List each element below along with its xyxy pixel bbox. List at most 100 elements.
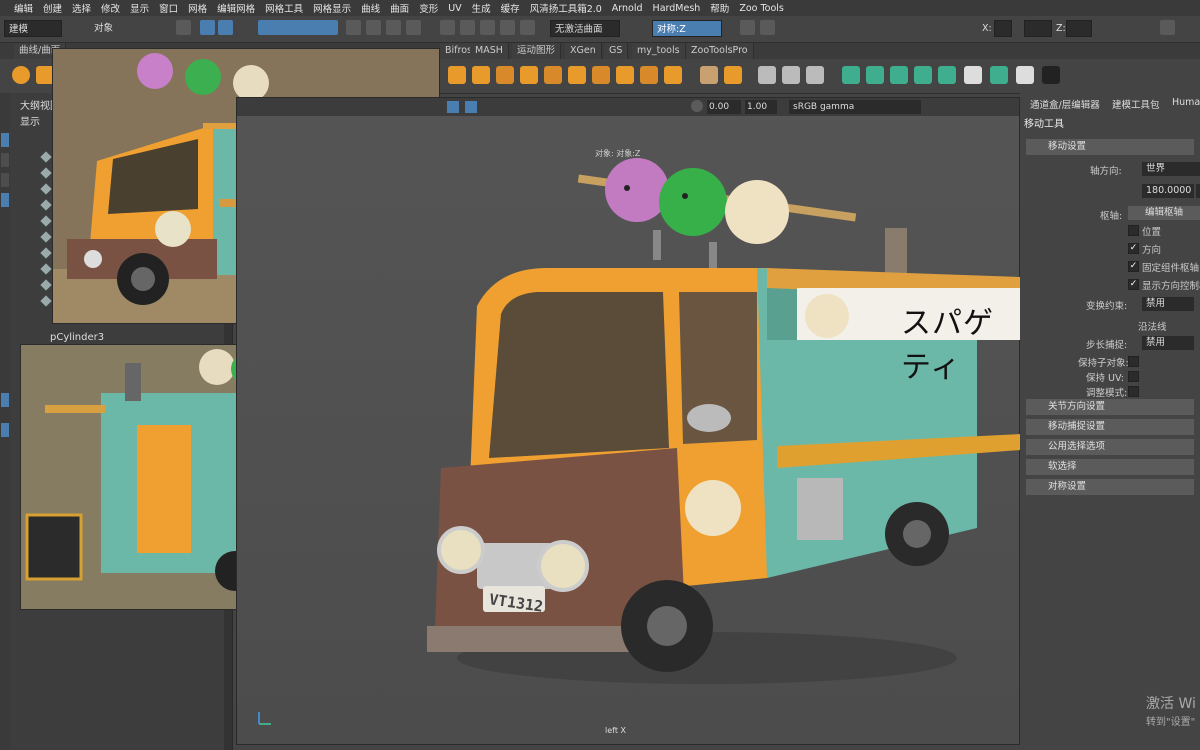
center-pivot-icon[interactable] <box>724 66 742 84</box>
exposure-field[interactable]: 0.00 <box>707 100 741 114</box>
menu-item[interactable]: UV <box>448 3 461 14</box>
combine-icon[interactable] <box>544 66 562 84</box>
toggle-panel-icon[interactable] <box>760 20 775 35</box>
freeze-icon[interactable] <box>842 66 860 84</box>
shelf-tab[interactable]: GS <box>604 43 629 59</box>
delete-history-icon[interactable] <box>866 66 884 84</box>
knife-icon[interactable] <box>758 66 776 84</box>
boolean-icon[interactable] <box>640 66 658 84</box>
rotation-field-2[interactable]: 45 <box>1196 184 1200 198</box>
select-icon[interactable] <box>176 20 191 35</box>
merge-icon[interactable] <box>520 66 538 84</box>
menu-item[interactable]: 显示 <box>130 1 149 15</box>
fill-hole-icon[interactable] <box>664 66 682 84</box>
menu-item[interactable]: 曲线 <box>361 1 380 15</box>
align-icon[interactable] <box>990 66 1008 84</box>
section-move-settings[interactable]: 移动设置 <box>1026 139 1194 155</box>
menu-item[interactable]: 编辑网格 <box>217 1 255 15</box>
edit-pivot-button[interactable]: 编辑枢轴 <box>1128 206 1200 220</box>
position-checkbox[interactable] <box>1128 225 1139 236</box>
shelf-tab[interactable]: my_tools <box>632 43 686 59</box>
shelf-tab[interactable]: ZooToolsPro <box>686 43 754 59</box>
show-handle-checkbox[interactable]: ✓ <box>1128 279 1139 290</box>
paint-select-icon[interactable] <box>218 20 233 35</box>
settings-icon[interactable] <box>1160 20 1175 35</box>
menu-item[interactable]: 网格显示 <box>313 1 351 15</box>
wireframe-icon[interactable] <box>447 101 459 113</box>
menu-item[interactable]: HardMesh <box>653 3 701 14</box>
colorspace-dropdown[interactable]: sRGB gamma <box>789 100 921 114</box>
menu-item[interactable]: 网格 <box>188 1 207 15</box>
smooth-icon[interactable] <box>592 66 610 84</box>
symmetry-dropdown[interactable]: 对称:Z <box>652 20 722 37</box>
menu-item[interactable]: Arnold <box>612 3 643 14</box>
shelf-tab[interactable]: MASH <box>470 43 509 59</box>
layout-icon[interactable] <box>1 423 9 437</box>
separate-icon[interactable] <box>568 66 586 84</box>
component-mode-icons[interactable] <box>258 20 338 35</box>
preserve-children-checkbox[interactable] <box>1128 356 1139 367</box>
history-icon[interactable] <box>440 20 455 35</box>
gamma-field[interactable]: 1.00 <box>745 100 777 114</box>
truck-render[interactable] <box>417 138 1021 698</box>
menu-item[interactable]: 编辑 <box>14 1 33 15</box>
live-surface-field[interactable]: 无激活曲面 <box>550 20 620 37</box>
snap-view-icon[interactable] <box>406 20 421 35</box>
x-value-field[interactable] <box>1024 20 1052 37</box>
hypershade-icon[interactable] <box>520 20 535 35</box>
direction-checkbox[interactable]: ✓ <box>1128 243 1139 254</box>
rotate-tool-icon[interactable] <box>1 173 9 187</box>
tweak-mode-checkbox[interactable] <box>1128 386 1139 397</box>
bevel-icon[interactable] <box>472 66 490 84</box>
menu-item[interactable]: 修改 <box>101 1 120 15</box>
outliner-menu-display[interactable]: 显示 <box>20 113 40 128</box>
menu-item[interactable]: 缓存 <box>501 1 520 15</box>
smooth-shade-icon[interactable] <box>465 101 477 113</box>
lasso-icon[interactable] <box>200 20 215 35</box>
snap-point-icon[interactable] <box>386 20 401 35</box>
outliner-item[interactable]: pCylinder3 <box>50 331 104 345</box>
section-symmetry[interactable]: 对称设置 <box>1026 479 1194 495</box>
ipr-icon[interactable] <box>480 20 495 35</box>
object-mode-label[interactable]: 对象 <box>90 20 140 37</box>
transform-constraint-dropdown[interactable]: 禁用 <box>1142 297 1194 311</box>
snap-curve-icon[interactable] <box>366 20 381 35</box>
menu-item[interactable]: 生成 <box>472 1 491 15</box>
step-snap-dropdown[interactable]: 禁用 <box>1142 336 1194 350</box>
grid-icon[interactable] <box>964 66 982 84</box>
mode-dropdown[interactable]: 建模 <box>4 20 62 37</box>
section-move-snap[interactable]: 移动捕捉设置 <box>1026 419 1194 435</box>
sphere-icon[interactable] <box>12 66 30 84</box>
section-common-select[interactable]: 公用选择选项 <box>1026 439 1194 455</box>
x-field[interactable] <box>994 20 1012 37</box>
group-icon[interactable] <box>914 66 932 84</box>
z-field[interactable] <box>1066 20 1092 37</box>
shelf-tab[interactable]: 运动图形 <box>512 43 562 59</box>
tab-human[interactable]: Human <box>1172 97 1200 108</box>
menu-item[interactable]: 曲面 <box>390 1 409 15</box>
axis-orient-dropdown[interactable]: 世界 <box>1142 162 1200 176</box>
menu-item[interactable]: 创建 <box>43 1 62 15</box>
edgeloop-icon[interactable] <box>806 66 824 84</box>
section-soft-select[interactable]: 软选择 <box>1026 459 1194 475</box>
preserve-uvs-checkbox[interactable] <box>1128 371 1139 382</box>
reset-icon[interactable] <box>890 66 908 84</box>
render-settings-icon[interactable] <box>500 20 515 35</box>
main-viewport[interactable]: 0.00 1.00 sRGB gamma 对象: 对象:Z VT1312 スパゲ… <box>236 97 1021 745</box>
extrude-icon[interactable] <box>448 66 466 84</box>
menu-item[interactable]: Zoo Tools <box>739 3 784 14</box>
scale-tool-icon[interactable] <box>1 193 9 207</box>
bridge-icon[interactable] <box>496 66 514 84</box>
menu-item[interactable]: 变形 <box>419 1 438 15</box>
uv-icon[interactable] <box>700 66 718 84</box>
tab-channel-box[interactable]: 通道盒/层编辑器 <box>1030 97 1100 111</box>
menu-item[interactable]: 风清扬工具箱2.0 <box>530 1 602 15</box>
close-x-icon[interactable] <box>1016 66 1034 84</box>
tab-modeling-toolkit[interactable]: 建模工具包 <box>1112 97 1160 111</box>
history-button-icon[interactable] <box>1042 66 1060 84</box>
menu-item[interactable]: 网格工具 <box>265 1 303 15</box>
snap-together-icon[interactable] <box>938 66 956 84</box>
menu-item[interactable]: 窗口 <box>159 1 178 15</box>
toggle-panel-icon[interactable] <box>740 20 755 35</box>
layout-icon[interactable] <box>1 393 9 407</box>
